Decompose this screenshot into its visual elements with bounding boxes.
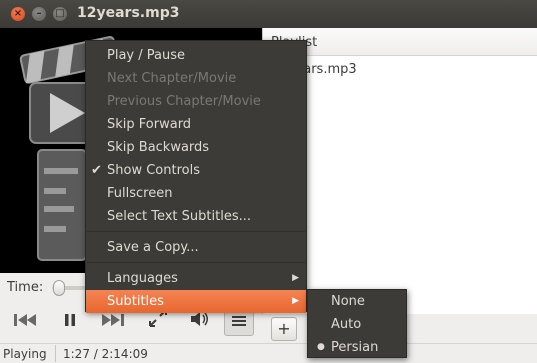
- menu-item-play-pause[interactable]: Play / Pause: [86, 44, 306, 67]
- menu-item-fullscreen[interactable]: Fullscreen: [86, 182, 306, 205]
- menu-item-label: Subtitles: [107, 294, 164, 309]
- status-divider: [55, 345, 56, 362]
- menu-item-skip-forward[interactable]: Skip Forward: [86, 113, 306, 136]
- subtitle-option-persian[interactable]: ● Persian: [308, 336, 406, 359]
- minimize-icon[interactable]: –: [32, 7, 46, 21]
- menu-item-label: Save a Copy...: [107, 240, 199, 255]
- menu-item-label: Skip Backwards: [107, 140, 210, 155]
- menu-item-previous-chapter: Previous Chapter/Movie: [86, 90, 306, 113]
- subtitle-option-none[interactable]: None: [308, 290, 406, 313]
- menu-separator: [87, 231, 305, 232]
- menu-separator: [87, 262, 305, 263]
- title-bar: × – □ 12years.mp3: [0, 0, 537, 28]
- menu-item-label: Next Chapter/Movie: [107, 71, 237, 86]
- close-icon[interactable]: ×: [11, 7, 25, 21]
- pause-icon[interactable]: [55, 308, 85, 336]
- radio-selected-icon: ●: [317, 342, 325, 352]
- menu-item-label: Skip Forward: [107, 117, 192, 132]
- context-menu: Play / Pause Next Chapter/Movie Previous…: [85, 40, 307, 313]
- menu-item-label: Play / Pause: [107, 48, 185, 63]
- menu-item-label: Select Text Subtitles...: [107, 209, 251, 224]
- status-bar: Playing 1:27 / 2:14:09: [0, 343, 537, 363]
- subtitle-option-auto[interactable]: Auto: [308, 313, 406, 336]
- menu-item-label: None: [331, 294, 365, 309]
- menu-item-label: Persian: [331, 340, 379, 355]
- submenu-arrow-icon: ▶: [292, 296, 299, 306]
- menu-item-label: Previous Chapter/Movie: [107, 94, 261, 109]
- menu-item-languages[interactable]: Languages ▶: [86, 267, 306, 290]
- time-label: Time:: [7, 280, 44, 295]
- menu-item-save-a-copy[interactable]: Save a Copy...: [86, 236, 306, 259]
- submenu-arrow-icon: ▶: [292, 273, 299, 283]
- menu-item-label: Show Controls: [107, 163, 200, 178]
- menu-item-skip-backwards[interactable]: Skip Backwards: [86, 136, 306, 159]
- window-title: 12years.mp3: [77, 5, 180, 21]
- menu-item-label: Languages: [107, 271, 178, 286]
- add-icon[interactable]: +: [271, 317, 297, 341]
- menu-item-label: Fullscreen: [107, 186, 173, 201]
- playback-state: Playing: [3, 347, 47, 361]
- playback-time: 1:27 / 2:14:09: [63, 347, 148, 361]
- seek-slider-handle[interactable]: [53, 280, 65, 296]
- skip-back-icon[interactable]: [10, 308, 40, 336]
- maximize-icon[interactable]: □: [53, 7, 67, 21]
- menu-item-show-controls[interactable]: ✔ Show Controls: [86, 159, 306, 182]
- menu-item-label: Auto: [331, 317, 362, 332]
- menu-item-next-chapter: Next Chapter/Movie: [86, 67, 306, 90]
- subtitles-submenu: None Auto ● Persian: [307, 289, 407, 358]
- menu-item-subtitles[interactable]: Subtitles ▶: [86, 290, 306, 313]
- checkmark-icon: ✔: [91, 163, 102, 178]
- menu-item-select-text-subtitles[interactable]: Select Text Subtitles...: [86, 205, 306, 228]
